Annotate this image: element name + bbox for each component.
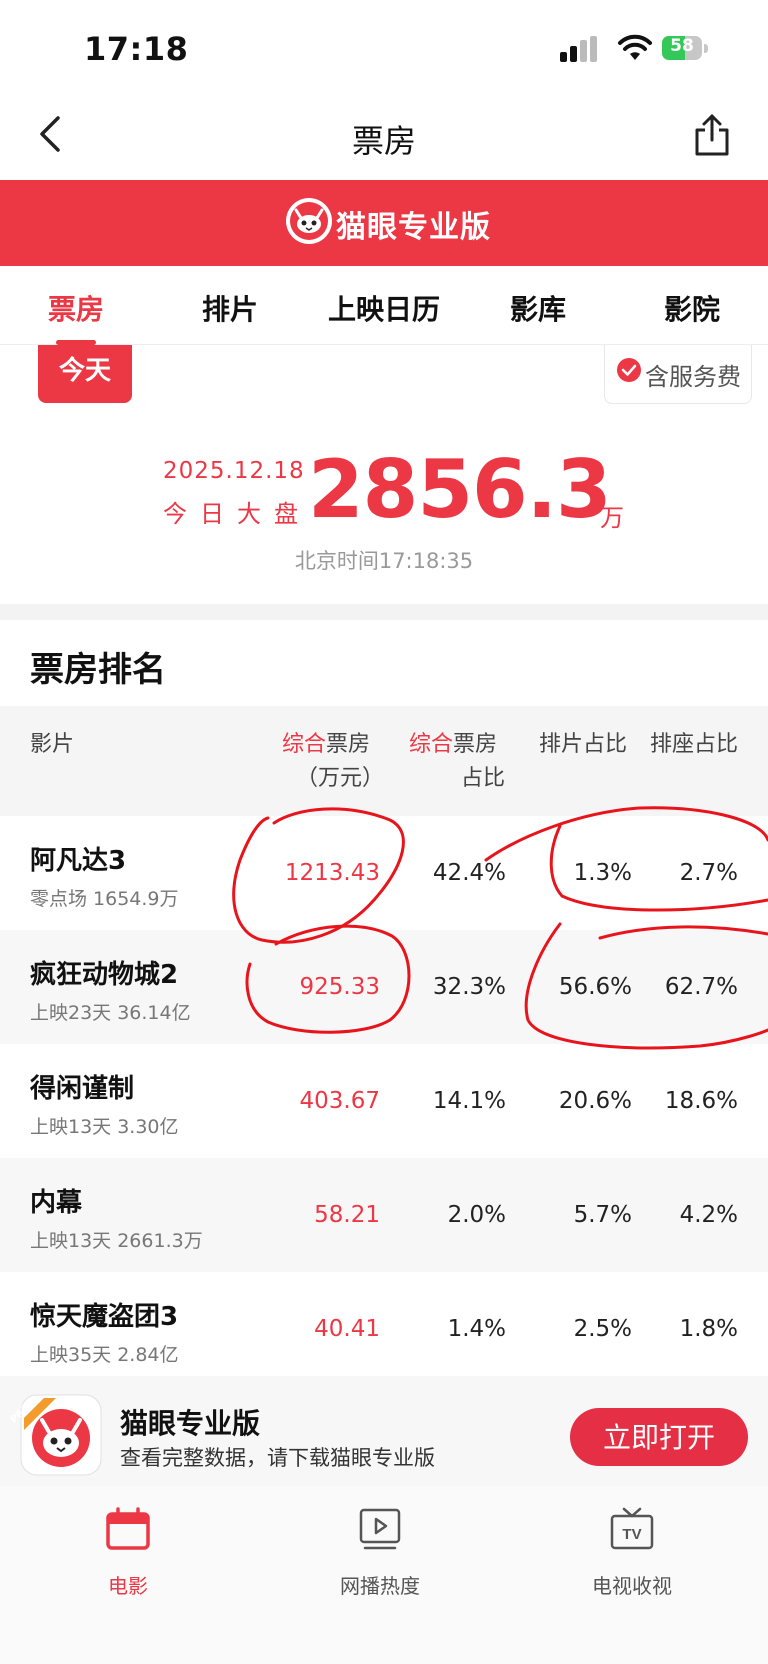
film-name: 惊天魔盗团3 [30, 1302, 179, 1332]
film-subinfo: 上映23天 36.14亿 [30, 1002, 191, 1024]
svg-text:TV: TV [622, 1526, 641, 1543]
table-row[interactable]: 阿凡达3 零点场 1654.9万 1213.43 42.4% 1.3% 2.7% [0, 816, 768, 930]
ranking-title: 票房排名 [30, 650, 166, 690]
page-title: 票房 [351, 122, 416, 160]
film-subinfo: 上映13天 2661.3万 [30, 1230, 203, 1252]
tab-box-office[interactable]: 票房 [48, 288, 104, 328]
battery-icon: 58 [662, 34, 710, 64]
share-value: 32.3% [432, 974, 506, 1000]
promo-subtitle: 查看完整数据，请下载猫眼专业版 [120, 1446, 435, 1470]
maoyan-cat-logo-icon [286, 198, 332, 244]
share-icon[interactable] [692, 112, 732, 158]
today-button[interactable]: 今天 [38, 345, 132, 403]
share-value: 1.4% [447, 1316, 506, 1342]
header-share-main: 票房 [453, 732, 498, 757]
table-row[interactable]: 得闲谨制 上映13天 3.30亿 403.67 14.1% 20.6% 18.6… [0, 1044, 768, 1158]
film-subinfo: 零点场 1654.9万 [30, 888, 179, 910]
box-office-value: 925.33 [299, 974, 380, 1000]
header-box-office-main: 票房 [326, 732, 371, 757]
header-box-office[interactable]: 综合票房 [282, 728, 370, 762]
promo-title: 猫眼专业版 [120, 1407, 261, 1440]
service-fee-label[interactable]: 含服务费 [645, 357, 741, 392]
header-box-office-prefix: 综合 [282, 732, 327, 757]
screening-value: 20.6% [558, 1088, 632, 1114]
table-row[interactable]: 疯狂动物城2 上映23天 36.14亿 925.33 32.3% 56.6% 6… [0, 930, 768, 1044]
share-value: 2.0% [447, 1202, 506, 1228]
table-row[interactable]: 内幕 上映13天 2661.3万 58.21 2.0% 5.7% 4.2% [0, 1158, 768, 1272]
screening-value: 5.7% [573, 1202, 632, 1228]
bottom-nav-label: 电影 [108, 1574, 148, 1598]
tab-screening[interactable]: 排片 [202, 288, 258, 328]
total-unit: 万 [600, 504, 624, 532]
total-box-office: 2856.3 [308, 443, 612, 536]
film-name: 得闲谨制 [30, 1074, 135, 1104]
header-box-office-unit: （万元） [296, 766, 385, 791]
screening-value: 1.3% [573, 860, 632, 886]
open-app-button[interactable]: 立即打开 [570, 1408, 748, 1466]
header-share[interactable]: 综合票房 [409, 728, 497, 762]
wifi-icon [618, 34, 652, 60]
bottom-nav-label: 网播热度 [340, 1574, 420, 1598]
seat-value: 1.8% [679, 1316, 738, 1342]
bottom-nav-label: 电视收视 [592, 1574, 672, 1598]
header-film: 影片 [30, 732, 75, 757]
header-seat-share[interactable]: 排座占比 [650, 728, 738, 762]
tab-cinemas[interactable]: 影院 [664, 288, 720, 328]
tv-icon: TV [610, 1507, 654, 1550]
tab-film-library[interactable]: 影库 [510, 288, 566, 328]
share-value: 42.4% [432, 860, 506, 886]
box-office-value: 1213.43 [284, 860, 380, 886]
screening-value: 56.6% [558, 974, 632, 1000]
film-subinfo: 上映35天 2.84亿 [30, 1344, 179, 1366]
box-office-value: 403.67 [299, 1088, 380, 1114]
header-screening-share[interactable]: 排片占比 [539, 728, 627, 762]
dapan-label: 今日大盘 [163, 500, 311, 528]
check-circle-icon[interactable] [616, 357, 642, 383]
seat-value: 4.2% [679, 1202, 738, 1228]
header-share-prefix: 综合 [409, 732, 454, 757]
bottom-nav-tv-ratings[interactable]: TV 电视收视 [562, 1506, 702, 1606]
seat-value: 2.7% [679, 860, 738, 886]
play-icon [359, 1508, 401, 1550]
film-subinfo: 上映13天 3.30亿 [30, 1116, 179, 1138]
film-name: 疯狂动物城2 [30, 960, 179, 990]
share-value: 14.1% [432, 1088, 506, 1114]
header-share-line2: 占比 [461, 766, 506, 791]
maoyan-pro-app-icon [20, 1394, 102, 1476]
cellular-signal-icon [560, 36, 597, 62]
table-row[interactable]: 惊天魔盗团3 上映35天 2.84亿 40.41 1.4% 2.5% 1.8% [0, 1272, 768, 1386]
box-office-value: 40.41 [314, 1316, 380, 1342]
screening-value: 2.5% [573, 1316, 632, 1342]
beijing-time: 北京时间17:18:35 [294, 549, 474, 573]
film-name: 阿凡达3 [30, 846, 127, 876]
report-date: 2025.12.18 [163, 458, 305, 484]
bottom-nav-streaming[interactable]: 网播热度 [310, 1506, 450, 1606]
calendar-icon [106, 1507, 150, 1550]
box-office-value: 58.21 [314, 1202, 380, 1228]
seat-value: 18.6% [664, 1088, 738, 1114]
battery-level: 58 [670, 36, 694, 56]
brand-name: 猫眼专业版 [336, 210, 491, 245]
bottom-nav-movies[interactable]: 电影 [58, 1506, 198, 1606]
tab-release-calendar[interactable]: 上映日历 [328, 288, 440, 328]
film-name: 内幕 [30, 1188, 83, 1218]
seat-value: 62.7% [664, 974, 738, 1000]
section-divider [0, 604, 768, 620]
status-time: 17:18 [84, 30, 189, 68]
